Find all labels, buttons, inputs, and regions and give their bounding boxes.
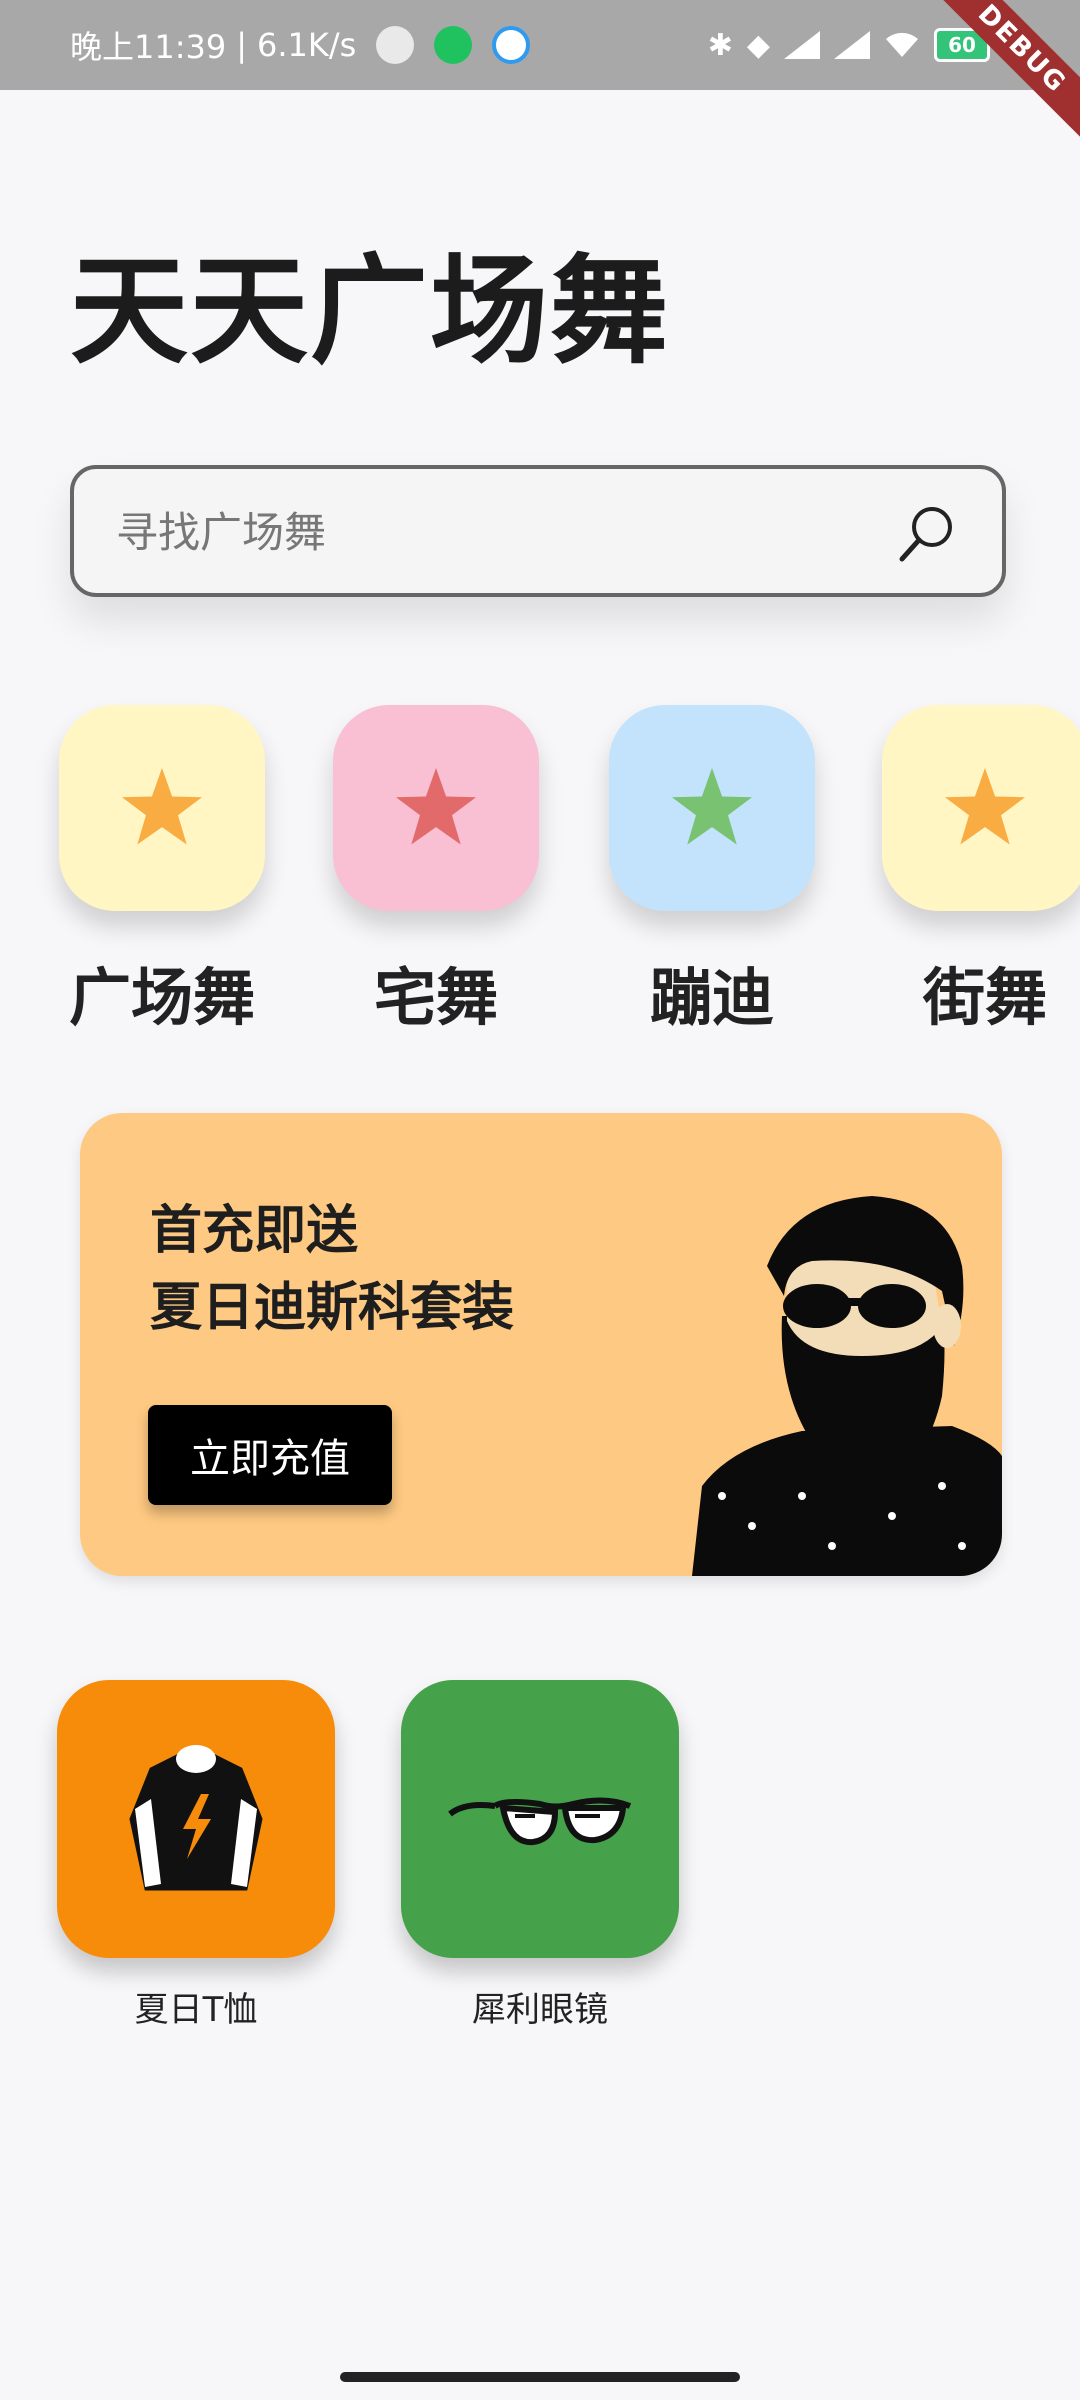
search-bar[interactable] (70, 465, 1006, 597)
star-icon (396, 768, 476, 845)
bear-app-icon (376, 26, 415, 64)
bluetooth-icon: ✱ (707, 27, 733, 63)
check-app-icon (492, 26, 531, 64)
product-summer-tshirt[interactable]: 夏日T恤 (57, 1680, 335, 2031)
category-label: 街舞 (922, 961, 1047, 1034)
page-title: 天天广场舞 (70, 242, 671, 380)
star-icon (122, 768, 202, 845)
category-tile[interactable] (333, 705, 539, 911)
category-label: 蹦迪 (649, 961, 774, 1034)
promo-line-2: 夏日迪斯科套装 (150, 1278, 515, 1338)
star-icon (672, 768, 752, 845)
category-label: 广场舞 (68, 961, 255, 1034)
status-time: 晚上11:39 (70, 28, 227, 66)
search-input[interactable] (114, 469, 878, 595)
category-disco[interactable]: 蹦迪 (607, 705, 817, 1037)
product-label: 犀利眼镜 (472, 1990, 608, 2030)
product-sharp-glasses[interactable]: 犀利眼镜 (401, 1680, 679, 2031)
signal-icon-1 (784, 31, 820, 59)
category-tile[interactable] (882, 705, 1080, 911)
tshirt-icon (129, 1745, 263, 1891)
recharge-button[interactable]: 立即充值 (148, 1405, 392, 1505)
status-right: ✱ ◆ 60 (708, 0, 990, 90)
category-label: 宅舞 (373, 961, 498, 1034)
home-indicator[interactable] (340, 2372, 740, 2382)
status-bar: 晚上11:39 | 6.1K/s ✱ ◆ 60 DEBUG (0, 0, 1080, 142)
sunglasses-icon (448, 1797, 632, 1846)
status-separator: | (236, 26, 248, 64)
search-icon[interactable] (898, 503, 958, 563)
product-label: 夏日T恤 (134, 1990, 258, 2030)
category-otaku-dance[interactable]: 宅舞 (331, 705, 541, 1037)
wechat-icon (434, 26, 473, 64)
category-tile[interactable] (59, 705, 265, 911)
signal-icon-2 (834, 31, 870, 59)
wifi-icon (886, 32, 918, 57)
product-tile[interactable] (401, 1680, 679, 1958)
status-net-speed: 6.1K/s (257, 26, 357, 64)
status-left: 晚上11:39 | 6.1K/s (70, 0, 531, 90)
promo-banner[interactable]: 首充即送 夏日迪斯科套装 立即充值 (80, 1113, 1002, 1576)
star-icon (945, 768, 1025, 845)
category-square-dance[interactable]: 广场舞 (57, 705, 267, 1037)
product-tile[interactable] (57, 1680, 335, 1958)
category-tile[interactable] (609, 705, 815, 911)
nfc-icon: ◆ (746, 27, 770, 63)
bearded-man-illustration (692, 1196, 1002, 1576)
category-street-dance[interactable]: 街舞 (880, 705, 1080, 1037)
promo-line-1: 首充即送 (150, 1201, 359, 1261)
